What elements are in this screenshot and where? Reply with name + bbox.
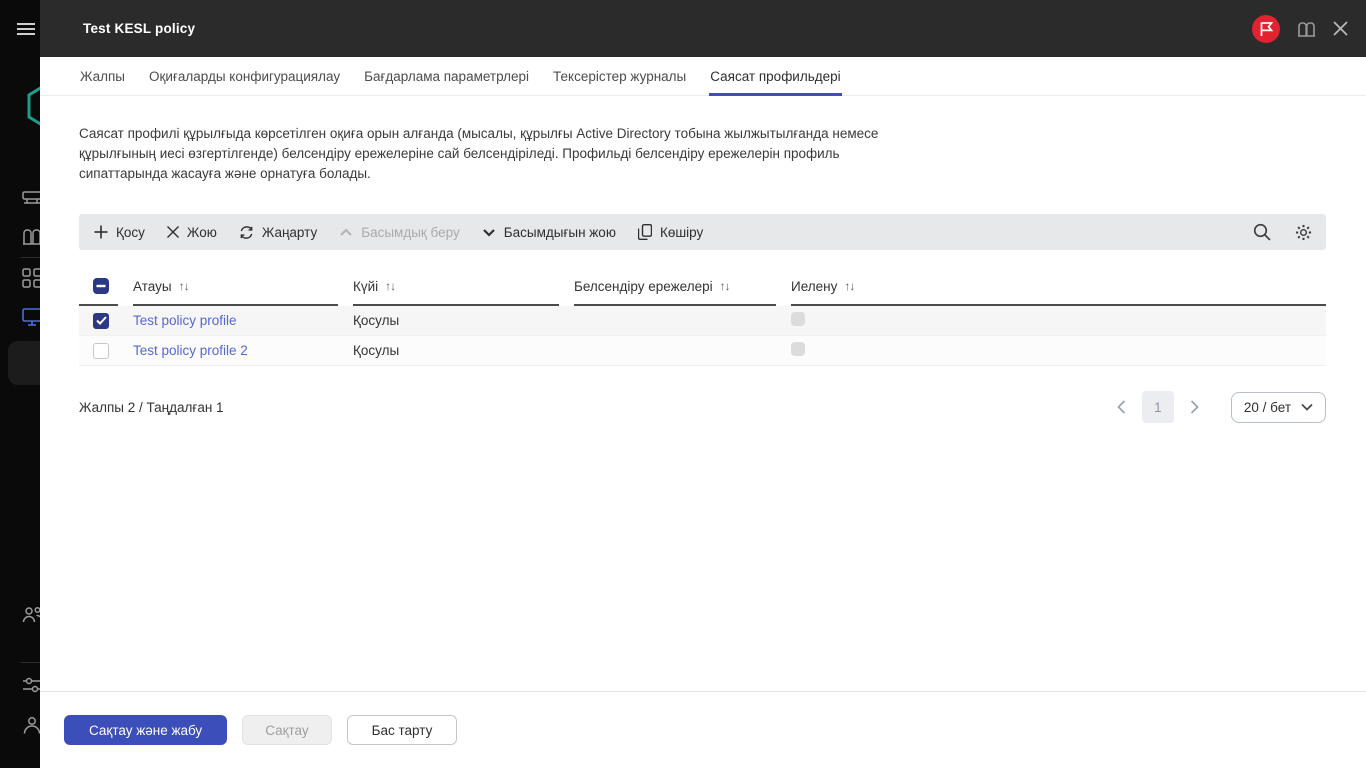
chevron-down-icon xyxy=(1301,403,1313,411)
cancel-button[interactable]: Бас тарту xyxy=(346,715,458,745)
chevron-up-icon xyxy=(340,227,352,236)
profile-status: Қосулы xyxy=(353,313,400,328)
sort-icon[interactable]: ↑↓ xyxy=(844,279,855,293)
copy-button[interactable]: Көшіру xyxy=(637,224,704,240)
page-number[interactable]: 1 xyxy=(1141,391,1174,423)
hamburger-menu-icon[interactable] xyxy=(17,22,35,36)
pagination: 1 20 / бет xyxy=(1117,391,1326,423)
sort-icon[interactable]: ↑↓ xyxy=(385,279,396,293)
table-toolbar: Қосу Жою Жаңарту Басымдық беру Басымдығы… xyxy=(79,214,1326,250)
policy-profiles-description: Саясат профилі құрылғыда көрсетілген оқи… xyxy=(79,126,879,181)
refresh-button-label: Жаңарту xyxy=(261,224,318,240)
policy-profiles-table: Атауы ↑↓ Күйі ↑↓ Белсендіру ережелері ↑↓… xyxy=(79,268,1326,366)
selection-summary: Жалпы 2 / Таңдалған 1 xyxy=(79,399,224,415)
save-button[interactable]: Сақтау xyxy=(242,715,332,745)
sidebar-item-servers-icon[interactable] xyxy=(22,188,40,207)
x-icon xyxy=(166,226,179,238)
sidebar-item-catalog-icon[interactable] xyxy=(22,228,40,246)
copy-button-label: Көшіру xyxy=(659,224,704,240)
check-mark-icon xyxy=(95,316,107,325)
tab-label: Бағдарлама параметрлері xyxy=(364,68,530,84)
action-bar: Сақтау және жабу Сақтау Бас тарту xyxy=(40,691,1366,768)
column-header-name[interactable]: Атауы ↑↓ xyxy=(133,268,338,306)
deprioritize-button[interactable]: Басымдығын жою xyxy=(482,225,616,240)
previous-page-button[interactable] xyxy=(1117,400,1126,414)
column-header-inheritance[interactable]: Иелену ↑↓ xyxy=(791,268,1326,306)
table-footer: Жалпы 2 / Таңдалған 1 1 20 / бет xyxy=(79,391,1326,423)
flag-icon xyxy=(1260,21,1273,36)
profile-status: Қосулы xyxy=(353,343,400,358)
next-page-button[interactable] xyxy=(1190,400,1199,414)
sidebar-divider xyxy=(21,257,40,258)
deprioritize-button-label: Басымдығын жою xyxy=(503,224,616,240)
delete-button-label: Жою xyxy=(186,224,217,240)
tab-event-configuration[interactable]: Оқиғаларды конфигурациялау xyxy=(148,57,341,95)
copy-icon xyxy=(637,224,652,240)
column-label: Белсендіру ережелері xyxy=(574,278,713,294)
sidebar-item-selected[interactable] xyxy=(8,341,40,385)
help-book-button[interactable] xyxy=(1296,20,1317,38)
chevron-left-icon xyxy=(1117,400,1126,414)
column-header-activation-rules[interactable]: Белсендіру ережелері ↑↓ xyxy=(574,268,776,306)
search-icon xyxy=(1253,223,1271,241)
flag-badge-button[interactable] xyxy=(1252,14,1280,43)
indeterminate-mark-icon xyxy=(96,284,106,288)
add-button[interactable]: Қосу xyxy=(94,225,145,240)
prioritize-button-label: Басымдық беру xyxy=(361,224,460,240)
plus-icon xyxy=(94,225,108,239)
close-icon xyxy=(1333,21,1348,36)
sidebar-item-devices-icon[interactable] xyxy=(22,308,40,327)
tab-label: Оқиғаларды конфигурациялау xyxy=(149,68,341,84)
profile-name-link[interactable]: Test policy profile xyxy=(133,313,237,328)
sidebar-item-users-icon[interactable] xyxy=(22,605,40,625)
inheritance-checkbox-disabled xyxy=(791,312,805,326)
sidebar-item-account-icon[interactable] xyxy=(22,715,40,735)
refresh-icon xyxy=(240,225,253,239)
search-button[interactable] xyxy=(1253,223,1271,241)
row-checkbox[interactable] xyxy=(93,312,109,329)
page-size-value: 20 / бет xyxy=(1243,399,1291,415)
sort-icon[interactable]: ↑↓ xyxy=(720,279,731,293)
tab-bar: Жалпы Оқиғаларды конфигурациялау Бағдарл… xyxy=(40,57,1366,96)
table-header-row: Атауы ↑↓ Күйі ↑↓ Белсендіру ережелері ↑↓… xyxy=(79,268,1326,306)
book-icon xyxy=(1298,21,1315,37)
chevron-down-icon xyxy=(482,228,495,237)
close-window-button[interactable] xyxy=(1333,21,1348,36)
column-label: Иелену xyxy=(791,278,838,294)
tab-application-settings[interactable]: Бағдарлама параметрлері xyxy=(363,57,530,95)
chevron-right-icon xyxy=(1190,400,1199,414)
window-titlebar: Test KESL policy xyxy=(40,0,1366,57)
add-button-label: Қосу xyxy=(116,224,145,240)
tab-revision-history[interactable]: Тексерістер журналы xyxy=(552,57,687,95)
column-label: Атауы xyxy=(133,278,172,294)
tab-label: Тексерістер журналы xyxy=(553,68,687,84)
sidebar-item-settings-icon[interactable] xyxy=(22,675,40,695)
tab-general[interactable]: Жалпы xyxy=(79,57,126,95)
column-header-status[interactable]: Күйі ↑↓ xyxy=(353,268,559,306)
app-sidebar xyxy=(0,0,40,768)
sort-icon[interactable]: ↑↓ xyxy=(179,279,190,293)
table-row: Test policy profile 2 Қосулы xyxy=(79,336,1326,366)
table-settings-button[interactable] xyxy=(1295,224,1312,241)
tab-label: Саясат профильдері xyxy=(710,68,841,84)
profile-name-link[interactable]: Test policy profile 2 xyxy=(133,343,248,358)
select-all-checkbox[interactable] xyxy=(93,278,109,294)
row-checkbox[interactable] xyxy=(93,342,109,359)
kaspersky-logo-icon xyxy=(27,82,40,130)
tab-policy-profiles[interactable]: Саясат профильдері xyxy=(709,57,843,96)
sidebar-item-apps-icon[interactable] xyxy=(22,268,40,288)
gear-icon xyxy=(1295,224,1312,240)
prioritize-button[interactable]: Басымдық беру xyxy=(339,225,460,240)
inheritance-checkbox-disabled xyxy=(791,342,805,356)
policy-properties-window: Test KESL policy Жалпы Оқиғаларды конфиг… xyxy=(40,0,1366,768)
window-title: Test KESL policy xyxy=(83,21,196,36)
column-label: Күйі xyxy=(353,278,379,294)
refresh-button[interactable]: Жаңарту xyxy=(239,225,317,240)
delete-button[interactable]: Жою xyxy=(166,224,217,240)
sidebar-divider xyxy=(21,662,40,663)
table-row: Test policy profile Қосулы xyxy=(79,306,1326,336)
save-and-close-button[interactable]: Сақтау және жабу xyxy=(64,715,228,745)
page-size-select[interactable]: 20 / бет xyxy=(1230,391,1326,423)
tab-label: Жалпы xyxy=(80,68,126,84)
